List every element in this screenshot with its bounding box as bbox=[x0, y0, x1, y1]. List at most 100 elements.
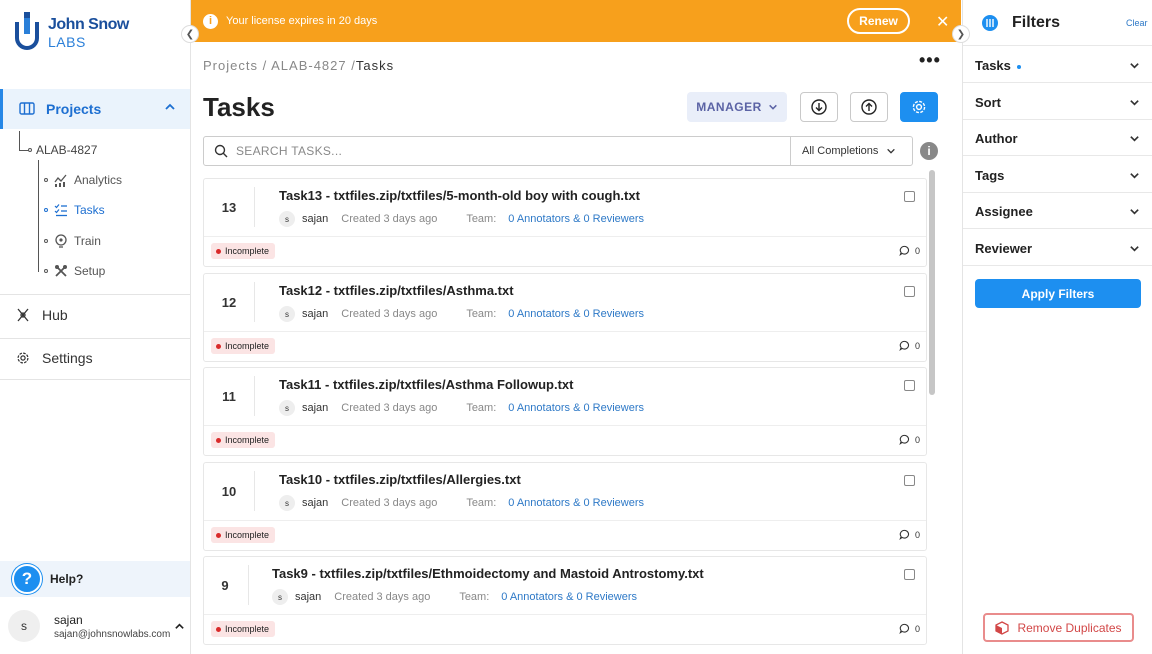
chevron-down-icon bbox=[1130, 136, 1139, 142]
sidebar-item-setup[interactable]: Setup bbox=[54, 264, 105, 278]
task-card[interactable]: 10 Task10 - txtfiles.zip/txtfiles/Allerg… bbox=[203, 462, 927, 551]
task-id: 13 bbox=[221, 200, 237, 215]
task-card[interactable]: 11 Task11 - txtfiles.zip/txtfiles/Asthma… bbox=[203, 367, 927, 456]
task-title[interactable]: Task11 - txtfiles.zip/txtfiles/Asthma Fo… bbox=[279, 377, 573, 392]
task-title[interactable]: Task10 - txtfiles.zip/txtfiles/Allergies… bbox=[279, 472, 521, 487]
divider bbox=[204, 331, 926, 332]
task-checkbox[interactable] bbox=[904, 286, 915, 297]
task-title[interactable]: Task13 - txtfiles.zip/txtfiles/5-month-o… bbox=[279, 188, 640, 203]
status-label: Incomplete bbox=[225, 246, 270, 256]
project-name[interactable]: ALAB-4827 bbox=[36, 143, 97, 157]
divider bbox=[248, 565, 249, 605]
status-label: Incomplete bbox=[225, 530, 270, 540]
comments-value: 0 bbox=[915, 340, 921, 351]
apply-filters-button[interactable]: Apply Filters bbox=[975, 279, 1141, 308]
filter-label: Tags bbox=[975, 168, 1005, 183]
comments-value: 0 bbox=[915, 245, 921, 256]
task-author: sajan bbox=[295, 591, 322, 603]
renew-button[interactable]: Renew bbox=[847, 8, 910, 34]
comment-icon bbox=[899, 623, 910, 634]
filter-row-tasks[interactable]: Tasks bbox=[963, 47, 1152, 83]
task-meta: s sajan Created 3 days ago Team: 0 Annot… bbox=[279, 400, 644, 416]
info-icon: i bbox=[203, 13, 218, 29]
tree-node bbox=[44, 269, 48, 273]
task-team-link[interactable]: 0 Annotators & 0 Reviewers bbox=[501, 591, 637, 603]
task-title[interactable]: Task12 - txtfiles.zip/txtfiles/Asthma.tx… bbox=[279, 283, 514, 298]
sidebar-item-analytics[interactable]: Analytics bbox=[54, 173, 122, 187]
filter-row-sort[interactable]: Sort bbox=[963, 84, 1152, 120]
chevron-up-icon[interactable] bbox=[174, 621, 185, 632]
sidebar-item-settings[interactable]: Settings bbox=[16, 350, 93, 366]
status-dot-icon bbox=[216, 248, 221, 254]
more-options-icon[interactable]: ••• bbox=[919, 50, 941, 71]
comments-count[interactable]: 0 bbox=[899, 623, 920, 634]
close-icon[interactable]: ✕ bbox=[936, 12, 949, 32]
task-title[interactable]: Task9 - txtfiles.zip/txtfiles/Ethmoidect… bbox=[272, 566, 704, 581]
sidebar-item-projects[interactable]: Projects bbox=[0, 89, 190, 129]
logo[interactable]: John Snow LABS bbox=[14, 12, 174, 56]
filter-row-tags[interactable]: Tags bbox=[963, 157, 1152, 193]
download-button[interactable] bbox=[800, 92, 838, 122]
filter-row-reviewer[interactable]: Reviewer bbox=[963, 230, 1152, 266]
info-icon[interactable]: i bbox=[920, 142, 938, 160]
search-input[interactable] bbox=[236, 144, 756, 158]
breadcrumb-projects[interactable]: Projects bbox=[203, 58, 258, 73]
filter-row-author[interactable]: Author bbox=[963, 120, 1152, 156]
breadcrumb-project[interactable]: ALAB-4827 bbox=[271, 58, 347, 73]
task-created: Created 3 days ago bbox=[341, 497, 438, 509]
task-checkbox[interactable] bbox=[904, 380, 915, 391]
comment-icon bbox=[899, 529, 910, 540]
divider bbox=[204, 425, 926, 426]
sidebar-item-hub[interactable]: Hub bbox=[16, 307, 68, 323]
tree-node bbox=[44, 178, 48, 182]
comments-count[interactable]: 0 bbox=[899, 434, 920, 445]
task-card[interactable]: 9 Task9 - txtfiles.zip/txtfiles/Ethmoide… bbox=[203, 556, 927, 645]
logo-text-primary: John Snow bbox=[48, 16, 129, 33]
task-card[interactable]: 13 Task13 - txtfiles.zip/txtfiles/5-mont… bbox=[203, 178, 927, 267]
remove-duplicates-button[interactable]: Remove Duplicates bbox=[983, 613, 1134, 642]
collapse-filters-button[interactable]: ❯ bbox=[952, 25, 970, 43]
comments-count[interactable]: 0 bbox=[899, 529, 920, 540]
task-checkbox[interactable] bbox=[904, 191, 915, 202]
task-team-link[interactable]: 0 Annotators & 0 Reviewers bbox=[508, 213, 644, 225]
task-team-link[interactable]: 0 Annotators & 0 Reviewers bbox=[508, 402, 644, 414]
task-list-scrollbar[interactable] bbox=[929, 170, 935, 395]
clear-filters-link[interactable]: Clear bbox=[1126, 18, 1148, 28]
divider bbox=[254, 471, 255, 511]
task-checkbox[interactable] bbox=[904, 475, 915, 486]
sidebar-item-train[interactable]: Train bbox=[54, 234, 101, 248]
completions-dropdown[interactable]: All Completions bbox=[790, 136, 913, 166]
divider bbox=[204, 614, 926, 615]
user-profile[interactable]: s sajan sajan@johnsnowlabs.com bbox=[0, 600, 190, 654]
comment-icon bbox=[899, 245, 910, 256]
sidebar-item-tasks[interactable]: Tasks bbox=[54, 203, 105, 217]
filter-label: Reviewer bbox=[975, 241, 1033, 256]
status-label: Incomplete bbox=[225, 435, 270, 445]
comments-count[interactable]: 0 bbox=[899, 245, 920, 256]
manager-dropdown[interactable]: MANAGER bbox=[687, 92, 787, 122]
filter-row-assignee[interactable]: Assignee bbox=[963, 193, 1152, 229]
chevron-up-icon[interactable] bbox=[164, 101, 176, 113]
hub-icon bbox=[17, 308, 29, 322]
task-card[interactable]: 12 Task12 - txtfiles.zip/txtfiles/Asthma… bbox=[203, 273, 927, 362]
avatar: s bbox=[279, 211, 295, 227]
help-icon: ? bbox=[12, 564, 42, 594]
divider bbox=[254, 187, 255, 227]
sidebar-item-label: Hub bbox=[42, 307, 68, 323]
settings-button[interactable] bbox=[900, 92, 938, 122]
task-team-link[interactable]: 0 Annotators & 0 Reviewers bbox=[508, 497, 644, 509]
gear-icon bbox=[17, 352, 29, 364]
status-dot-icon bbox=[216, 532, 221, 538]
upload-button[interactable] bbox=[850, 92, 888, 122]
task-team-link[interactable]: 0 Annotators & 0 Reviewers bbox=[508, 308, 644, 320]
user-name: sajan bbox=[54, 613, 83, 627]
collapse-sidebar-button[interactable]: ❮ bbox=[181, 25, 199, 43]
avatar: s bbox=[279, 400, 295, 416]
status-dot-icon bbox=[216, 437, 221, 443]
setup-icon bbox=[55, 265, 67, 277]
comments-count[interactable]: 0 bbox=[899, 340, 920, 351]
divider bbox=[0, 338, 190, 339]
task-checkbox[interactable] bbox=[904, 569, 915, 580]
help-button[interactable]: ? Help? bbox=[0, 561, 190, 597]
manager-label: MANAGER bbox=[696, 100, 762, 114]
